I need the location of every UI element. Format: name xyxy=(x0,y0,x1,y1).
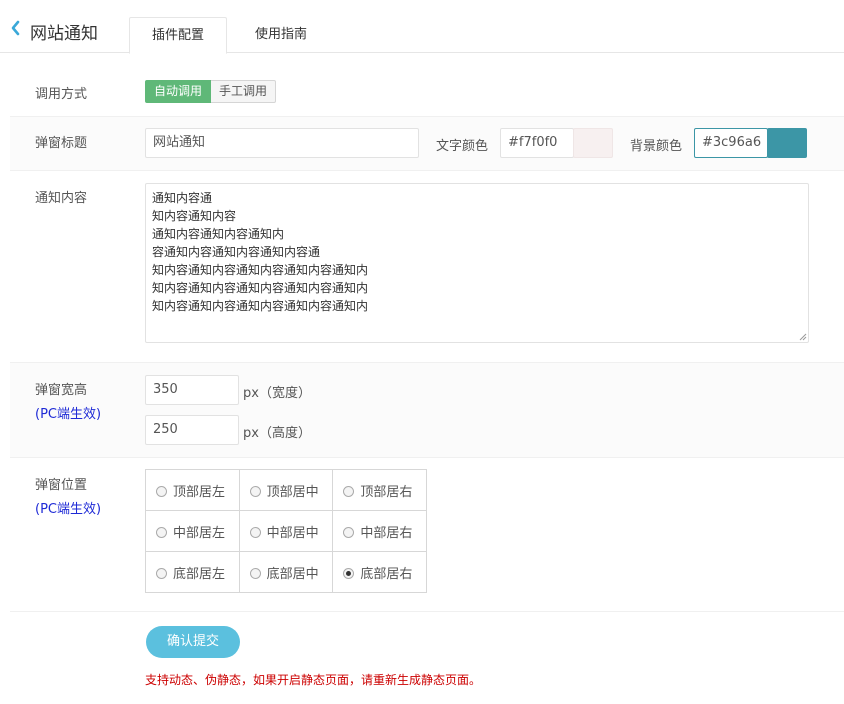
bg-color-label: 背景颜色 xyxy=(630,139,683,154)
content-line: 知内容通知内容通知内容通知内容通知内 xyxy=(152,263,369,277)
text-color-label: 文字颜色 xyxy=(436,139,489,154)
position-option-label: 顶部居中 xyxy=(266,484,319,500)
position-option-label: 底部居左 xyxy=(173,566,226,582)
position-option-top-left[interactable]: 顶部居左 xyxy=(145,469,240,511)
position-option-middle-right[interactable]: 中部居右 xyxy=(332,510,427,552)
popup-title-input[interactable]: 网站通知 xyxy=(145,128,419,158)
position-option-middle-left[interactable]: 中部居左 xyxy=(145,510,240,552)
position-option-middle-center[interactable]: 中部居中 xyxy=(238,510,334,552)
submit-button[interactable]: 确认提交 xyxy=(146,626,240,658)
header-bar: 网站通知 插件配置 使用指南 xyxy=(0,0,844,54)
height-input[interactable]: 250 xyxy=(145,415,239,445)
content-textarea[interactable]: 通知内容通 知内容通知内容 通知内容通知内容通知内 容通知内容通知内容通知内容通… xyxy=(145,183,809,343)
content-line: 知内容通知内容通知内容通知内容通知内 xyxy=(152,299,369,313)
position-option-label: 底部居中 xyxy=(266,566,319,582)
position-option-bottom-center[interactable]: 底部居中 xyxy=(238,551,334,593)
height-unit: px（高度） xyxy=(243,426,311,441)
position-option-label: 顶部居右 xyxy=(360,484,413,500)
size-pc-note: (PC端生效) xyxy=(35,407,102,422)
text-color-input[interactable]: #f7f0f0 xyxy=(500,128,574,158)
content-line: 容通知内容通知内容通知内容通 xyxy=(152,245,321,259)
content-line: 知内容通知内容 xyxy=(152,209,237,223)
position-option-top-center[interactable]: 顶部居中 xyxy=(238,469,334,511)
static-page-note: 支持动态、伪静态，如果开启静态页面，请重新生成静态页面。 xyxy=(145,673,482,687)
radio-icon[interactable] xyxy=(156,485,167,497)
position-pc-note: (PC端生效) xyxy=(35,502,102,517)
position-option-label: 中部居右 xyxy=(360,525,413,541)
content-line: 通知内容通 xyxy=(152,191,213,205)
radio-checked-icon[interactable] xyxy=(343,567,355,579)
size-label: 弹窗宽高 xyxy=(35,383,88,398)
radio-icon[interactable] xyxy=(249,485,261,497)
page-title: 网站通知 xyxy=(30,24,98,44)
call-mode-switch: 自动调用 手工调用 xyxy=(145,80,277,103)
position-label: 弹窗位置 xyxy=(35,478,88,493)
tab-plugin-config[interactable]: 插件配置 xyxy=(129,17,227,54)
width-unit: px（宽度） xyxy=(243,386,311,401)
radio-icon[interactable] xyxy=(249,526,261,538)
divider xyxy=(10,611,844,612)
content-line: 通知内容通知内容通知内 xyxy=(152,227,285,241)
position-option-label: 中部居左 xyxy=(173,525,226,541)
radio-icon[interactable] xyxy=(156,526,167,538)
radio-icon[interactable] xyxy=(249,567,261,579)
position-grid: 顶部居左 顶部居中 顶部居右 中部居左 中部居中 中部居右 底部居左 底部居中 … xyxy=(145,469,427,593)
popup-title-label: 弹窗标题 xyxy=(35,136,88,151)
radio-icon[interactable] xyxy=(156,567,167,579)
position-option-label: 顶部居左 xyxy=(173,484,226,500)
position-option-label: 底部居右 xyxy=(360,566,413,582)
tab-usage-guide[interactable]: 使用指南 xyxy=(236,17,326,53)
bg-color-input[interactable]: #3c96a6 xyxy=(694,128,768,158)
radio-icon[interactable] xyxy=(343,485,355,497)
position-option-label: 中部居中 xyxy=(266,525,319,541)
content-line: 知内容通知内容通知内容通知内容通知内 xyxy=(152,281,369,295)
resize-grip-icon[interactable] xyxy=(798,332,807,341)
position-option-bottom-left[interactable]: 底部居左 xyxy=(145,551,240,593)
radio-icon[interactable] xyxy=(343,526,355,538)
size-row xyxy=(10,362,844,458)
text-color-swatch[interactable] xyxy=(573,128,613,158)
chevron-left-icon[interactable] xyxy=(10,20,24,36)
position-option-top-right[interactable]: 顶部居右 xyxy=(332,469,427,511)
manual-call-button[interactable]: 手工调用 xyxy=(211,80,277,103)
bg-color-swatch[interactable] xyxy=(767,128,807,158)
content-label: 通知内容 xyxy=(35,191,88,206)
auto-call-button[interactable]: 自动调用 xyxy=(145,80,212,103)
call-mode-label: 调用方式 xyxy=(35,87,88,102)
position-option-bottom-right[interactable]: 底部居右 xyxy=(332,551,427,593)
width-input[interactable]: 350 xyxy=(145,375,239,405)
